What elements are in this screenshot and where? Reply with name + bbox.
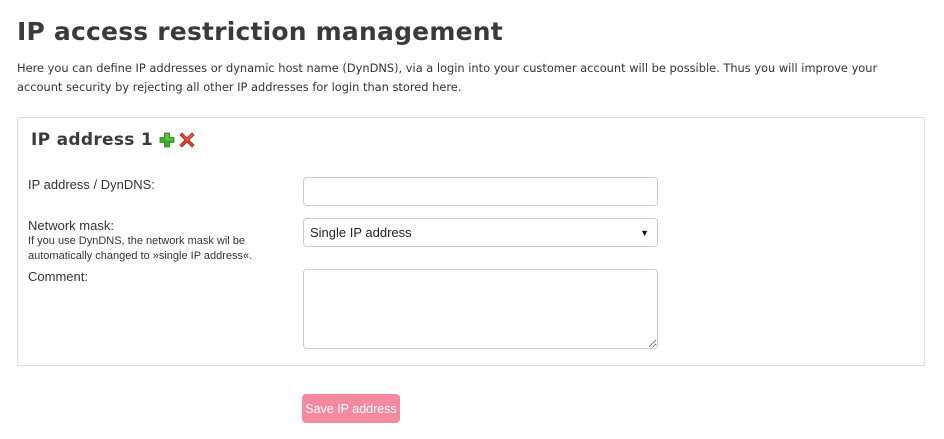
comment-label: Comment: [28,269,88,284]
page-title: IP access restriction management [17,17,503,46]
close-icon[interactable] [179,132,195,148]
ip-address-label: IP address / DynDNS: [28,177,155,192]
network-mask-hint: If you use DynDNS, the network mask wil … [28,235,253,262]
ip-address-panel: IP address 1 IP address / DynDNS: Networ… [17,117,925,366]
network-mask-select[interactable]: Single IP address ▼ [303,218,658,247]
ip-address-input[interactable] [303,177,658,206]
panel-title: IP address 1 [31,130,154,150]
panel-heading: IP address 1 [31,130,195,150]
network-mask-selected-value: Single IP address [310,225,412,240]
network-mask-label: Network mask: [28,218,114,233]
plus-icon[interactable] [159,132,175,148]
dropdown-arrow-icon: ▼ [640,227,649,238]
save-ip-address-button[interactable]: Save IP address [302,394,400,423]
intro-text: Here you can define IP addresses or dyna… [17,61,878,94]
comment-textarea[interactable] [303,269,658,349]
